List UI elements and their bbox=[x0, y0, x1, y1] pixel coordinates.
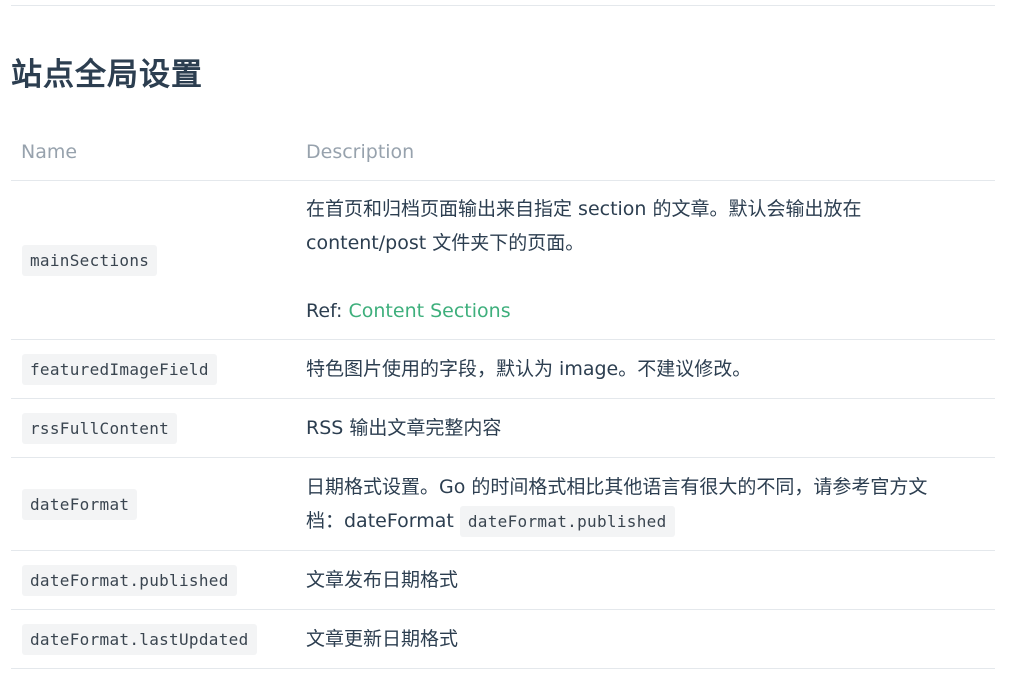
page-title: 站点全局设置 bbox=[11, 57, 203, 93]
description-text: content/post 文件夹下的页面。 bbox=[306, 232, 585, 254]
table-row: mainSections 在首页和归档页面输出来自指定 section 的文章。… bbox=[11, 180, 995, 340]
setting-description: 文章更新日期格式 bbox=[306, 609, 995, 669]
setting-description: RSS 输出文章完整内容 bbox=[306, 398, 995, 458]
table-row: dateFormat 日期格式设置。Go 的时间格式相比其他语言有很大的不同，请… bbox=[11, 457, 995, 551]
setting-description: 在首页和归档页面输出来自指定 section 的文章。默认会输出放在 conte… bbox=[306, 180, 995, 340]
table-row: dateFormat.lastUpdated 文章更新日期格式 bbox=[11, 609, 995, 669]
setting-name: dateFormat.lastUpdated bbox=[22, 623, 257, 655]
setting-description: 文章发布日期格式 bbox=[306, 550, 995, 610]
setting-name: featuredImageField bbox=[22, 353, 217, 385]
description-text: 在首页和归档页面输出来自指定 section 的文章。默认会输出放在 bbox=[306, 198, 862, 220]
setting-description: 日期格式设置。Go 的时间格式相比其他语言有很大的不同，请参考官方文 档：dat… bbox=[306, 457, 995, 551]
reference-line: Ref: Content Sections bbox=[306, 294, 995, 328]
table-row: rssFullContent RSS 输出文章完整内容 bbox=[11, 398, 995, 458]
column-header-description: Description bbox=[306, 124, 995, 181]
ref-prefix: Ref: bbox=[306, 300, 349, 322]
setting-description: 特色图片使用的字段，默认为 image。不建议修改。 bbox=[306, 339, 995, 399]
table-header-row: Name Description bbox=[11, 124, 995, 181]
table-row: featuredImageField 特色图片使用的字段，默认为 image。不… bbox=[11, 339, 995, 399]
inline-code: dateFormat.published bbox=[459, 505, 675, 537]
description-text: 日期格式设置。Go 的时间格式相比其他语言有很大的不同，请参考官方文 bbox=[306, 475, 928, 498]
description-prefix: 档：dateFormat bbox=[306, 509, 454, 532]
setting-name: rssFullContent bbox=[22, 412, 178, 444]
description-text: 档：dateFormat dateFormat.published bbox=[306, 504, 995, 539]
setting-name: dateFormat bbox=[22, 488, 138, 520]
table-row: dateFormat.published 文章发布日期格式 bbox=[11, 550, 995, 610]
content-sections-link[interactable]: Content Sections bbox=[349, 300, 511, 322]
settings-table: Name Description mainSections 在首页和归档页面输出… bbox=[11, 124, 995, 669]
setting-name: dateFormat.published bbox=[22, 564, 237, 596]
column-header-name: Name bbox=[11, 124, 306, 181]
setting-name: mainSections bbox=[22, 244, 158, 276]
top-divider bbox=[11, 5, 995, 6]
